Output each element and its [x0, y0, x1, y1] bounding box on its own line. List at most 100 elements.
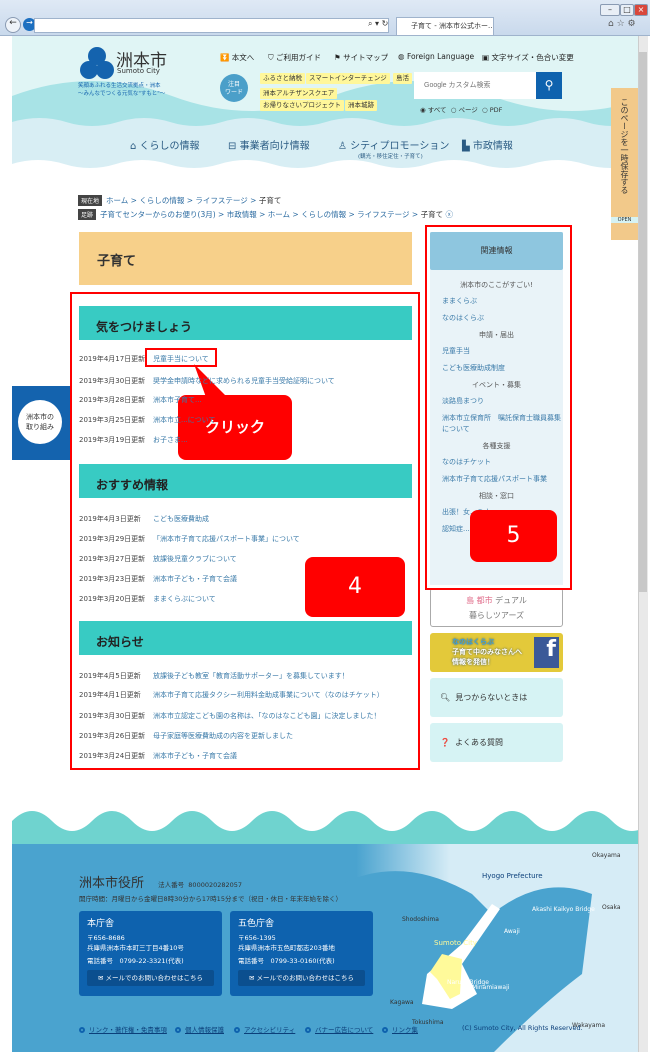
annotation-label-5: 5 — [470, 510, 557, 562]
address-bar[interactable] — [34, 18, 389, 33]
house-icon: ⌂ — [130, 141, 137, 152]
news-item: 2019年3月30日更新 洲本市立認定こども園の名称は、「なのはなこども園」に決定… — [79, 711, 381, 721]
crumb-link[interactable]: 子育てセンターからのお便り(3月) — [100, 210, 216, 219]
close-window-button[interactable]: × — [634, 4, 648, 16]
news-link[interactable]: 放課後子ども教室「教育活動サポーター」を募集しています！ — [153, 672, 349, 680]
util-link-guide[interactable]: ⛉ ご利用ガイド — [268, 52, 321, 63]
crumb-link[interactable]: ホーム — [268, 210, 290, 219]
news-date: 2019年3月29日更新 — [79, 535, 146, 543]
scrollbar-thumb[interactable] — [639, 52, 647, 592]
news-date: 2019年4月17日更新 — [79, 355, 146, 363]
news-date: 2019年3月24日更新 — [79, 752, 146, 760]
keyword-tag[interactable]: スマートインターチェンジ — [306, 73, 390, 84]
maximize-button[interactable]: □ — [620, 4, 634, 16]
building-icon: ▙ — [462, 141, 470, 152]
clear-history-icon[interactable]: ⓧ — [445, 210, 453, 219]
news-link[interactable]: 洲本市子育て... — [153, 396, 202, 404]
crumb-link[interactable]: 市政情報 — [227, 210, 257, 219]
keyword-tag[interactable]: 洲本城跡 — [345, 100, 377, 111]
news-link[interactable]: 「洲本市子育て応援パスポート事業」について — [153, 535, 300, 543]
crumb-link[interactable]: ライフステージ — [357, 210, 409, 219]
mail-icon: ✉ — [248, 974, 255, 982]
news-link[interactable]: 洲本市立認定こども園の名称は、「なのはなこども園」に決定しました！ — [153, 712, 381, 720]
crumb-link[interactable]: くらしの情報 — [139, 196, 184, 205]
crumb-link[interactable]: ホーム — [106, 196, 128, 205]
news-link[interactable]: 児童手当について — [153, 355, 209, 363]
crumb-link[interactable]: くらしの情報 — [301, 210, 346, 219]
news-link[interactable]: 洲本市子ども・子育て会議 — [153, 575, 237, 583]
search-scope-radios: ◉ すべて ○ ページ ○ PDF — [420, 104, 502, 114]
footer-waves — [12, 811, 638, 846]
annotation-label-4: 4 — [305, 557, 405, 617]
util-link-font-size[interactable]: ▣ 文字サイズ・色合い変更 — [482, 52, 574, 63]
keyword-tag[interactable]: 洲本アルチザンスクエア — [260, 88, 338, 99]
logo-subtext: Sumoto City — [117, 67, 160, 75]
news-item: 2019年4月5日更新 放課後子ども教室「教育活動サポーター」を募集しています！ — [79, 671, 349, 681]
news-item: 2019年3月25日更新 洲本市立...について — [79, 415, 215, 425]
search-refresh-icon[interactable]: ⌕ ▾ ↻ — [368, 19, 388, 29]
main-nav-bar — [12, 116, 638, 174]
keyword-tag[interactable]: 島活 — [393, 73, 412, 84]
initiatives-side-tab[interactable]: 洲本市の 取り組み — [12, 386, 70, 460]
tagline: 笑顔あふれる生活交流拠点・洲本 ～みんなでつくる元気な"すもと"～ — [78, 83, 166, 97]
news-link[interactable]: 奨学金申請時などに求められる児童手当受給証明について — [153, 377, 335, 385]
util-link-skip[interactable]: ⏬ 本文へ — [220, 52, 254, 63]
footer-link[interactable]: アクセシビリティ — [234, 1024, 295, 1034]
news-link[interactable]: 洲本市立...について — [153, 416, 215, 424]
question-bubble-icon: ❓ — [440, 738, 450, 747]
news-item: 2019年3月27日更新 放課後児童クラブについて — [79, 554, 237, 564]
news-item: 2019年3月26日更新 母子家庭等医療費助成の内容を更新しました — [79, 731, 293, 741]
keyword-tag[interactable]: お帰りなさいプロジェクト — [260, 100, 344, 111]
history-trail: 足跡 子育てセンターからのお便り(3月) > 市政情報 > ホーム > くらしの情… — [78, 209, 453, 220]
footer-link[interactable]: リンク集 — [382, 1024, 418, 1034]
nav-item-city-promotion[interactable]: ♙ シティプロモーション (観光・移住定住・子育て) — [338, 137, 449, 160]
radio-page[interactable]: ○ ページ — [451, 106, 478, 114]
mail-contact-button[interactable]: ✉ メールでのお問い合わせはこちら — [87, 970, 214, 986]
footer-link[interactable]: 個人情報保護 — [175, 1024, 224, 1034]
news-link[interactable]: ままくらぶについて — [153, 595, 216, 603]
nav-item-city-admin[interactable]: ▙ 市政情報 — [462, 137, 513, 152]
not-found-button[interactable]: 🔍︎ 見つからないときは — [430, 678, 563, 717]
search-input[interactable] — [414, 72, 536, 99]
nanoha-club-facebook-banner[interactable]: なのはくらぶ 子育て中のみなさんへ 情報を発信！ f — [430, 633, 563, 672]
news-link[interactable]: 母子家庭等医療費助成の内容を更新しました — [153, 732, 293, 740]
news-link[interactable]: 洲本市子ども・子育て会議 — [153, 752, 237, 760]
news-item: 2019年4月3日更新 こども医療費助成 — [79, 514, 209, 524]
web-page: 洲本市 Sumoto City 笑顔あふれる生活交流拠点・洲本 ～みんなでつくる元… — [12, 36, 638, 1052]
back-button[interactable]: ← — [5, 17, 21, 33]
office-hours: 開庁時間：月曜日から金曜日8時30分から17時15分まで（祝日・休日・年末年始を… — [79, 895, 342, 903]
news-link[interactable]: お子さま... — [153, 436, 188, 444]
news-date: 2019年3月30日更新 — [79, 712, 146, 720]
save-page-side-tab[interactable]: このページを一時保存する OPEN — [611, 88, 638, 240]
crumb-link[interactable]: ライフステージ — [195, 196, 247, 205]
footer-link[interactable]: リンク・著作権・免責事項 — [79, 1024, 167, 1034]
news-link[interactable]: こども医療費助成 — [153, 515, 209, 523]
home-star-gear-icons[interactable]: ⌂ ☆ ⚙ — [608, 19, 636, 29]
search-button[interactable]: ⚲ — [536, 72, 562, 99]
nav-item-business[interactable]: ⊟ 事業者向け情報 — [228, 137, 310, 152]
radio-all[interactable]: ◉ すべて — [420, 106, 447, 114]
site-logo[interactable]: 洲本市 Sumoto City — [80, 46, 167, 84]
copyright: (C) Sumoto City, All Rights Reserved. — [462, 1024, 583, 1032]
news-date: 2019年3月26日更新 — [79, 732, 146, 740]
footer-link[interactable]: バナー広告について — [305, 1024, 373, 1034]
news-link[interactable]: 放課後児童クラブについて — [153, 555, 237, 563]
util-link-sitemap[interactable]: ⚑ サイトマップ — [334, 52, 388, 63]
nav-item-living[interactable]: ⌂ くらしの情報 — [130, 137, 200, 152]
keyword-tag[interactable]: ふるさと納税 — [260, 73, 305, 84]
util-link-foreign-language[interactable]: ◍ Foreign Language — [398, 52, 474, 61]
minimize-button[interactable]: – — [600, 4, 620, 16]
radio-pdf[interactable]: ○ PDF — [482, 106, 502, 114]
news-link[interactable]: 洲本市子育て応援タクシー利用料金助成事業について（なのはチケット） — [153, 691, 384, 699]
faq-button[interactable]: ❓ よくある質問 — [430, 723, 563, 762]
mail-contact-button[interactable]: ✉ メールでのお問い合わせはこちら — [238, 970, 365, 986]
search-magnifier-icon: 🔍︎ — [440, 693, 451, 702]
tab-title: 子育て - 洲本市公式ホー... — [411, 22, 494, 30]
dual-life-tour-banner[interactable]: 島 都市 デュアル 暮らしツアーズ — [430, 588, 563, 627]
browser-tab[interactable]: 子育て - 洲本市公式ホー... — [396, 17, 494, 35]
facebook-icon: f — [534, 637, 559, 668]
news-date: 2019年3月20日更新 — [79, 595, 146, 603]
footer-title: 洲本市役所 法人番号 8000020282057 — [79, 876, 243, 891]
news-item: 2019年3月30日更新 奨学金申請時などに求められる児童手当受給証明について — [79, 376, 335, 386]
news-item: 2019年3月20日更新 ままくらぶについて — [79, 594, 216, 604]
